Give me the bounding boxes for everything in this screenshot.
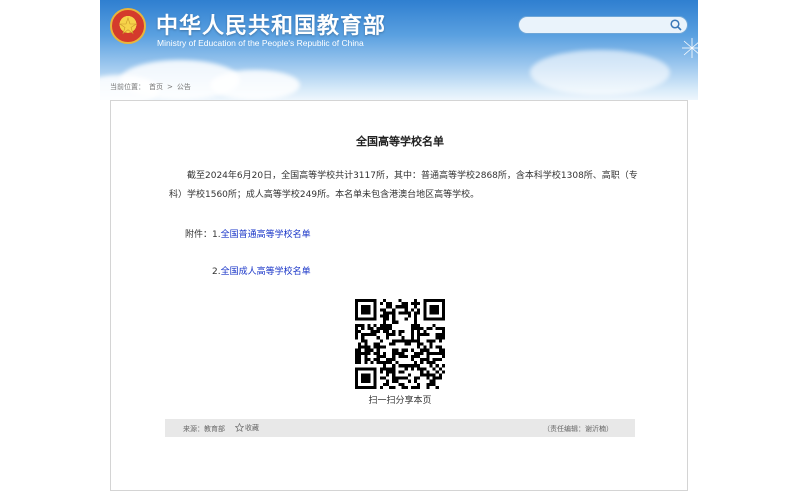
site-header: 中华人民共和国教育部 Ministry of Education of the … bbox=[100, 0, 698, 100]
search-icon[interactable] bbox=[669, 18, 683, 32]
qr-caption: 扫一扫分享本页 bbox=[368, 396, 432, 406]
qr-code bbox=[355, 299, 445, 389]
attachment-link-regular-colleges[interactable]: 全国普通高等学校名单 bbox=[221, 230, 311, 240]
site-title[interactable]: 中华人民共和国教育部 bbox=[156, 8, 386, 40]
attachment-index: 2. bbox=[212, 267, 221, 277]
favorite-button[interactable]: 收藏 bbox=[234, 422, 259, 433]
source-label: 来源：教育部 bbox=[183, 425, 225, 433]
site-subtitle: Ministry of Education of the People's Re… bbox=[157, 38, 364, 48]
search-box bbox=[518, 16, 688, 34]
info-bar: 来源：教育部 收藏 （责任编辑：谢沂楠） bbox=[165, 419, 635, 437]
attachment-link-adult-colleges[interactable]: 全国成人高等学校名单 bbox=[221, 267, 311, 277]
favorite-label: 收藏 bbox=[245, 424, 259, 432]
cloud-decoration bbox=[210, 70, 300, 100]
cloud-decoration bbox=[530, 50, 670, 95]
dandelion-decoration-icon bbox=[682, 38, 698, 58]
attachment-row: 2.全国成人高等学校名单 bbox=[212, 264, 311, 277]
attachment-row: 附件：1.全国普通高等学校名单 bbox=[185, 227, 311, 240]
breadcrumb: 当前位置： 首页 > 公告 bbox=[110, 82, 195, 92]
attachment-index: 1. bbox=[212, 230, 221, 240]
article-body: 截至2024年6月20日，全国高等学校共计3117所，其中：普通高等学校2868… bbox=[169, 171, 638, 200]
article-card: 全国高等学校名单 截至2024年6月20日，全国高等学校共计3117所，其中：普… bbox=[110, 100, 688, 491]
emblem-star-icon bbox=[119, 17, 137, 35]
page: 中华人民共和国教育部 Ministry of Education of the … bbox=[100, 0, 698, 500]
national-emblem-icon[interactable] bbox=[110, 8, 146, 44]
article-title: 全国高等学校名单 bbox=[356, 135, 444, 148]
breadcrumb-current[interactable]: 公告 bbox=[177, 83, 191, 91]
attachments-label: 附件： bbox=[185, 230, 213, 240]
breadcrumb-home[interactable]: 首页 bbox=[149, 83, 163, 91]
search-input[interactable] bbox=[525, 18, 669, 34]
editor-label: （责任编辑：谢沂楠） bbox=[543, 425, 613, 433]
star-icon bbox=[234, 422, 245, 433]
breadcrumb-prefix: 当前位置： bbox=[110, 83, 145, 91]
breadcrumb-separator: > bbox=[167, 83, 173, 91]
